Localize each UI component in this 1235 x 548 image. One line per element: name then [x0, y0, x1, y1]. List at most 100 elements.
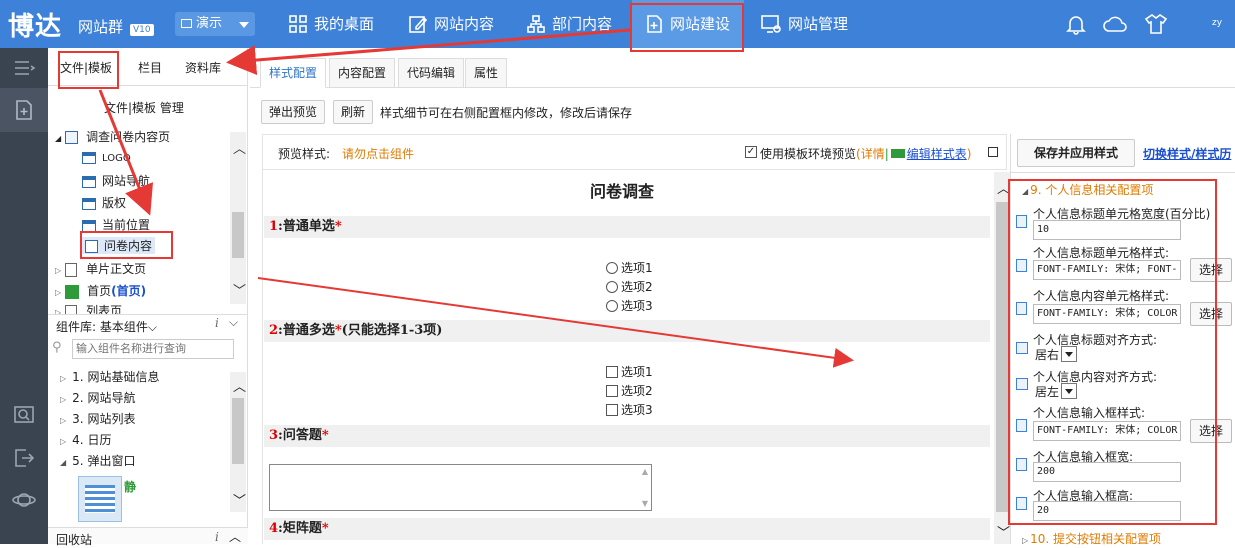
scroll-up-icon[interactable]: ︿ — [233, 376, 246, 395]
css-icon — [890, 149, 905, 158]
radio-button[interactable] — [606, 299, 618, 312]
tree-node-site-nav[interactable]: 网站导航 — [82, 172, 150, 189]
tree-node-copyright[interactable]: 版权 — [82, 194, 126, 211]
tab-code-edit[interactable]: 代码编辑 — [398, 58, 465, 88]
component-lib-selector[interactable]: 组件库: 基本组件⌵ — [56, 318, 157, 335]
radio-button[interactable] — [606, 261, 618, 274]
block-icon — [82, 151, 96, 164]
annotation-box — [1008, 179, 1217, 525]
tree-node-home[interactable]: ▷ 首页(首页) — [55, 282, 146, 299]
scroll-thumb[interactable] — [232, 398, 244, 464]
answer-textarea[interactable]: ▲ ▼ — [269, 464, 652, 511]
window-pattern — [85, 485, 115, 513]
nav-my-desktop[interactable]: 我的桌面 — [288, 0, 374, 48]
expand-icon[interactable]: ︿ — [229, 528, 241, 545]
cloud-icon[interactable] — [1102, 14, 1128, 34]
info-icon[interactable]: i — [215, 530, 219, 544]
tab-style-config[interactable]: 样式配置 — [260, 58, 327, 88]
add-page-icon[interactable] — [12, 98, 36, 122]
nav-label: 部门内容 — [552, 15, 613, 33]
checkbox[interactable] — [606, 384, 618, 397]
component-item[interactable]: ▷ 1. 网站基础信息 — [60, 368, 159, 385]
radio-option[interactable]: 选项1 — [606, 259, 653, 276]
use-env-checkbox[interactable]: ✓ — [745, 146, 757, 158]
component-item[interactable]: ▷ 4. 日历 — [60, 431, 111, 448]
detail-link[interactable]: (详情 — [856, 147, 885, 161]
caret-right-icon: ▷ — [60, 395, 67, 404]
page-icon — [65, 304, 78, 314]
tab-content-config[interactable]: 内容配置 — [329, 58, 396, 88]
bell-icon[interactable] — [1065, 13, 1087, 35]
refresh-button[interactable]: 刷新 — [333, 100, 373, 124]
recycle-bar[interactable]: 回收站 i ︿ — [48, 527, 248, 547]
user-menu[interactable]: zy — [1212, 18, 1222, 28]
search-window-icon[interactable] — [12, 403, 36, 427]
grid-icon — [289, 15, 307, 33]
info-icon[interactable]: i — [215, 316, 219, 330]
tab-column[interactable]: 栏目 — [138, 59, 162, 76]
scroll-down-icon[interactable]: ﹀ — [233, 490, 246, 509]
edit-style-link[interactable]: 编辑样式表 — [907, 147, 967, 161]
tab-attributes[interactable]: 属性 — [465, 58, 508, 88]
scroll-thumb[interactable] — [232, 212, 244, 258]
radio-button[interactable] — [606, 280, 618, 293]
switch-style-link[interactable]: 切换样式/样式历 — [1143, 145, 1235, 162]
textarea-scroll-up[interactable]: ▲ — [642, 467, 648, 476]
checkbox[interactable] — [606, 403, 618, 416]
home-icon — [65, 284, 80, 299]
tab-library[interactable]: 资料库 — [185, 59, 221, 76]
version-badge: V10 — [130, 24, 154, 36]
question-text: :普通多选 — [278, 323, 335, 338]
component-item[interactable]: ▷ 2. 网站导航 — [60, 389, 135, 406]
section-10-header[interactable]: ▷ 10. 提交按钮相关配置项 — [1022, 530, 1161, 547]
textarea-scroll-down[interactable]: ▼ — [642, 499, 648, 508]
tree-node-single-page[interactable]: ▷ 单片正文页 — [55, 260, 146, 277]
nav-label: 我的桌面 — [314, 15, 375, 33]
panel-title: 文件|模板 管理 — [104, 101, 184, 115]
component-label: 日历 — [87, 433, 112, 447]
hint-text: 样式细节可在右侧配置框内修改，修改后请保存 — [380, 106, 633, 120]
component-scrollbar[interactable]: ︿ ﹀ — [230, 372, 246, 512]
menu-toggle-icon[interactable] — [12, 56, 36, 80]
component-search-input[interactable] — [72, 339, 234, 359]
nav-dept-content[interactable]: 部门内容 — [526, 0, 612, 48]
question-2-header: 2:普通多选*(只能选择1-3项) — [264, 320, 990, 342]
site-selector[interactable]: 演示 — [175, 12, 255, 36]
component-num: 4. — [72, 433, 84, 447]
question-num: 2 — [269, 323, 279, 338]
scroll-down-icon[interactable]: ﹀ — [233, 280, 246, 299]
maximize-icon[interactable] — [988, 147, 998, 157]
tree-label: 首页 — [87, 284, 112, 298]
checkbox-option[interactable]: 选项3 — [606, 401, 653, 418]
scroll-up-icon[interactable]: ︿ — [233, 138, 246, 157]
component-num: 5. — [72, 454, 84, 468]
export-icon[interactable] — [12, 446, 36, 470]
popup-window-thumbnail[interactable] — [78, 476, 122, 522]
popup-preview-button[interactable]: 弹出预览 — [261, 100, 325, 124]
save-apply-style-button[interactable]: 保存并应用样式 — [1017, 139, 1135, 167]
tree-node-list[interactable]: ▷ 列表页 — [55, 302, 122, 314]
tree-node-logo[interactable]: LOGO — [82, 150, 131, 164]
nav-site-content[interactable]: 网站内容 — [408, 0, 494, 48]
tree-scrollbar[interactable]: ︿ ﹀ — [230, 132, 246, 304]
radio-option[interactable]: 选项2 — [606, 278, 653, 295]
scroll-thumb[interactable] — [996, 202, 1008, 512]
site-selector-label: 演示 — [196, 16, 223, 31]
tree-label: 当前位置 — [102, 218, 151, 232]
component-item[interactable]: ▷ 3. 网站列表 — [60, 410, 135, 427]
planet-icon[interactable] — [12, 488, 36, 512]
radio-option[interactable]: 选项3 — [606, 297, 653, 314]
nav-site-manage[interactable]: 网站管理 — [760, 0, 848, 48]
tree-node-survey-page[interactable]: ◢ 调查问卷内容页 — [55, 128, 170, 145]
component-item[interactable]: ◢ 5. 弹出窗口 — [60, 452, 135, 469]
component-label: 弹出窗口 — [87, 454, 136, 468]
checkbox-option[interactable]: 选项1 — [606, 363, 653, 380]
checkbox[interactable] — [606, 365, 618, 378]
collapse-icon[interactable]: ⌵ — [229, 315, 238, 330]
chevron-down-icon — [239, 22, 249, 28]
shirt-icon[interactable] — [1144, 13, 1168, 35]
question-4-header: 4:矩阵题* — [264, 518, 990, 540]
block-icon — [82, 197, 96, 210]
checkbox-option[interactable]: 选项2 — [606, 382, 653, 399]
question-num: 3 — [269, 428, 279, 443]
